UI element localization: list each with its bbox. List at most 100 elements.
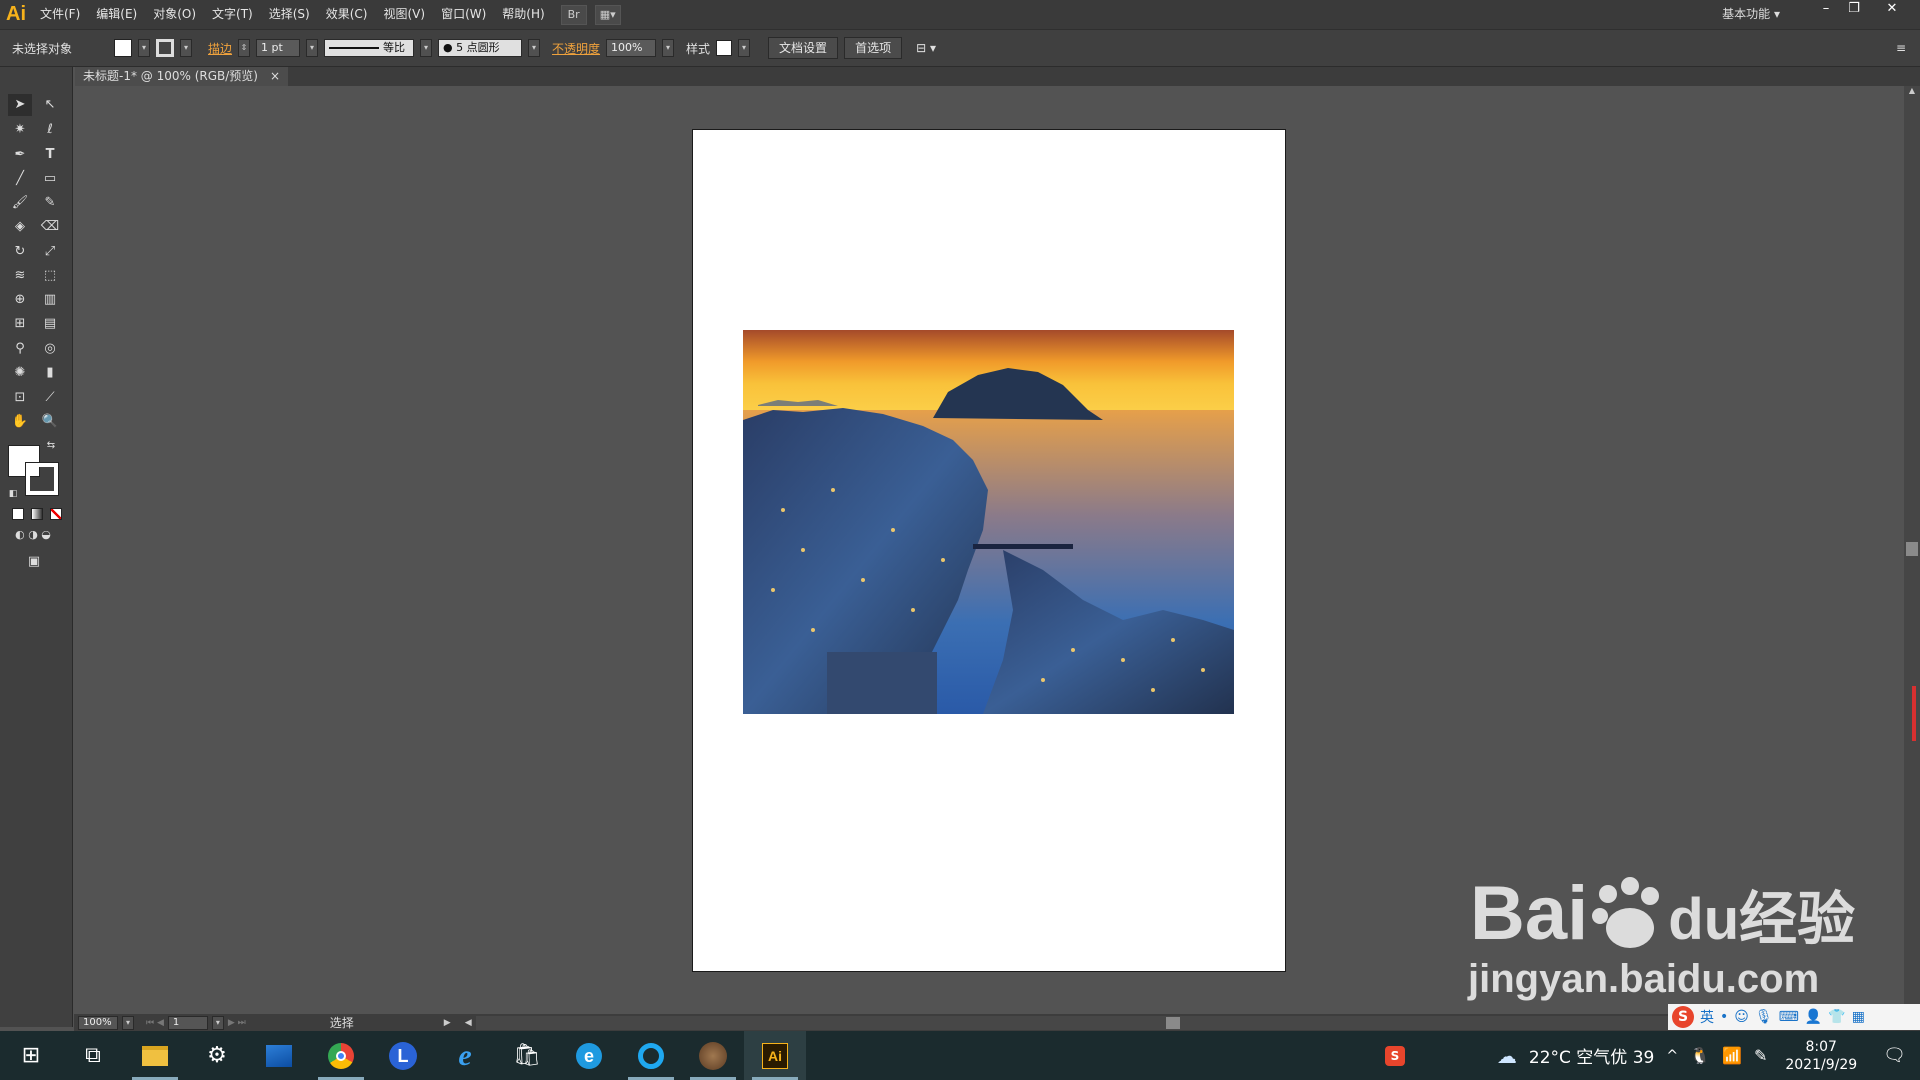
close-tab-icon[interactable]: ×: [270, 69, 280, 83]
stroke-swatch[interactable]: [156, 39, 174, 57]
stroke-label[interactable]: 描边: [208, 40, 232, 57]
workspace-switcher[interactable]: 基本功能 ▾: [1722, 0, 1780, 29]
menu-edit[interactable]: 编辑(E): [88, 0, 145, 29]
pencil-tool-icon[interactable]: ✎: [38, 192, 62, 214]
lasso-tool-icon[interactable]: ℓ: [38, 119, 62, 141]
horizontal-scroll-thumb[interactable]: [1165, 1016, 1180, 1029]
placed-photo[interactable]: [743, 330, 1234, 714]
menu-type[interactable]: 文字(T): [204, 0, 261, 29]
opacity-dropdown[interactable]: ▾: [662, 39, 675, 57]
default-colors-icon[interactable]: ◧: [6, 487, 20, 501]
swap-colors-icon[interactable]: ⇆: [44, 439, 58, 453]
artboard-tool-icon[interactable]: ⊡: [8, 387, 32, 409]
restore-button[interactable]: ❐: [1840, 0, 1868, 18]
ime-mode-icon[interactable]: 英: [1700, 1007, 1714, 1027]
fill-dropdown[interactable]: ▾: [138, 39, 150, 57]
blob-brush-tool-icon[interactable]: ◈: [8, 216, 32, 238]
bridge-icon[interactable]: Br: [560, 4, 587, 25]
notification-center-icon[interactable]: 🗨: [1883, 1045, 1906, 1066]
stroke-profile-dropdown[interactable]: ▾: [420, 39, 433, 57]
perspective-grid-tool-icon[interactable]: ▥: [38, 289, 62, 311]
store-icon[interactable]: 🛍: [496, 1031, 558, 1080]
photos-icon[interactable]: [248, 1031, 310, 1080]
color-mode-icon[interactable]: [12, 508, 24, 520]
none-mode-icon[interactable]: [50, 508, 62, 520]
l-app-icon[interactable]: L: [372, 1031, 434, 1080]
page-field[interactable]: 1: [167, 1015, 208, 1030]
stroke-weight-dropdown[interactable]: ▾: [306, 39, 319, 57]
brush-field[interactable]: ● 5 点圆形: [438, 39, 523, 57]
menu-view[interactable]: 视图(V): [375, 0, 433, 29]
sogou-tray-icon[interactable]: S: [1384, 1045, 1405, 1066]
direct-selection-tool-icon[interactable]: ↖: [38, 94, 62, 116]
width-tool-icon[interactable]: ≋: [8, 265, 32, 287]
brush-dropdown[interactable]: ▾: [528, 39, 541, 57]
pen-tool-icon[interactable]: ✒: [8, 144, 32, 166]
opacity-field[interactable]: 100%: [606, 39, 657, 57]
voice-icon[interactable]: 🎙: [1755, 1009, 1773, 1025]
qq-tray-icon[interactable]: 🐧: [1690, 1046, 1710, 1065]
drawing-modes-icon[interactable]: ◐ ◑ ◒: [8, 524, 58, 546]
menu-help[interactable]: 帮助(H): [494, 0, 552, 29]
document-tab[interactable]: 未标题-1* @ 100% (RGB/预览) ×: [75, 67, 289, 86]
eraser-tool-icon[interactable]: ⌫: [38, 216, 62, 238]
illustrator-icon[interactable]: Ai: [744, 1031, 806, 1080]
network-icon[interactable]: 📶: [1722, 1046, 1742, 1065]
magic-wand-tool-icon[interactable]: ✷: [8, 119, 32, 141]
scale-tool-icon[interactable]: ⤢: [38, 241, 62, 263]
style-swatch[interactable]: [716, 40, 733, 56]
arrange-documents-icon[interactable]: ▦▾: [594, 4, 621, 25]
gradient-tool-icon[interactable]: ▤: [38, 313, 62, 335]
opacity-label[interactable]: 不透明度: [552, 40, 600, 57]
browser-q-icon[interactable]: [620, 1031, 682, 1080]
scroll-left-icon[interactable]: ◀: [465, 1018, 472, 1028]
vertical-scrollbar[interactable]: ▲: [1904, 86, 1920, 1014]
emoji-icon[interactable]: ☺: [1734, 1009, 1749, 1025]
zoom-field[interactable]: 100%: [78, 1015, 118, 1030]
last-page-icon[interactable]: ▶ ⏭: [228, 1018, 246, 1028]
column-graph-tool-icon[interactable]: ▮: [38, 362, 62, 384]
zoom-tool-icon[interactable]: 🔍: [38, 411, 62, 433]
keyboard-icon[interactable]: ⌨: [1779, 1009, 1799, 1025]
scroll-up-icon[interactable]: ▲: [1904, 86, 1920, 100]
stroke-color-box[interactable]: [25, 462, 59, 496]
punctuation-icon[interactable]: •: [1720, 1009, 1728, 1025]
line-tool-icon[interactable]: ╱: [8, 168, 32, 190]
stroke-weight-stepper[interactable]: ⇕: [238, 39, 251, 57]
screen-mode-icon[interactable]: ▣: [22, 551, 46, 573]
ie-icon[interactable]: e: [434, 1031, 496, 1080]
gradient-mode-icon[interactable]: [31, 508, 43, 520]
toolbox-icon[interactable]: ▦: [1852, 1009, 1865, 1025]
tray-expand-icon[interactable]: ^: [1666, 1048, 1678, 1064]
weather-text[interactable]: 22°C 空气优 39: [1529, 1043, 1654, 1068]
slice-tool-icon[interactable]: ⟋: [38, 387, 62, 409]
close-button[interactable]: ✕: [1878, 0, 1906, 18]
stroke-weight-field[interactable]: 1 pt: [256, 39, 301, 57]
first-page-icon[interactable]: ⏮ ◀: [146, 1018, 164, 1028]
rotate-tool-icon[interactable]: ↻: [8, 241, 32, 263]
settings-icon[interactable]: ⚙: [186, 1031, 248, 1080]
menu-select[interactable]: 选择(S): [261, 0, 318, 29]
symbol-sprayer-tool-icon[interactable]: ✺: [8, 362, 32, 384]
page-dropdown[interactable]: ▾: [211, 1015, 224, 1030]
type-tool-icon[interactable]: T: [38, 144, 62, 166]
menu-object[interactable]: 对象(O): [145, 0, 204, 29]
zoom-dropdown[interactable]: ▾: [122, 1015, 134, 1030]
blend-tool-icon[interactable]: ◎: [38, 338, 62, 360]
hand-tool-icon[interactable]: ✋: [8, 411, 32, 433]
align-options-icon[interactable]: ⊟ ▾: [916, 41, 936, 55]
style-dropdown[interactable]: ▾: [738, 39, 751, 57]
start-icon[interactable]: ⊞: [0, 1031, 62, 1080]
skin-icon[interactable]: 👕: [1828, 1009, 1845, 1025]
menu-file[interactable]: 文件(F): [32, 0, 88, 29]
minimize-button[interactable]: –: [1812, 0, 1840, 18]
file-explorer-icon[interactable]: [124, 1031, 186, 1080]
chrome-icon[interactable]: [310, 1031, 372, 1080]
pen-tray-icon[interactable]: ✎: [1754, 1046, 1767, 1065]
task-view-icon[interactable]: ⧉: [62, 1031, 124, 1080]
user-icon[interactable]: 👤: [1805, 1009, 1822, 1025]
free-transform-tool-icon[interactable]: ⬚: [38, 265, 62, 287]
fill-swatch[interactable]: [114, 39, 132, 57]
status-menu-icon[interactable]: ▶: [444, 1018, 451, 1028]
scroll-thumb[interactable]: [1906, 542, 1918, 556]
